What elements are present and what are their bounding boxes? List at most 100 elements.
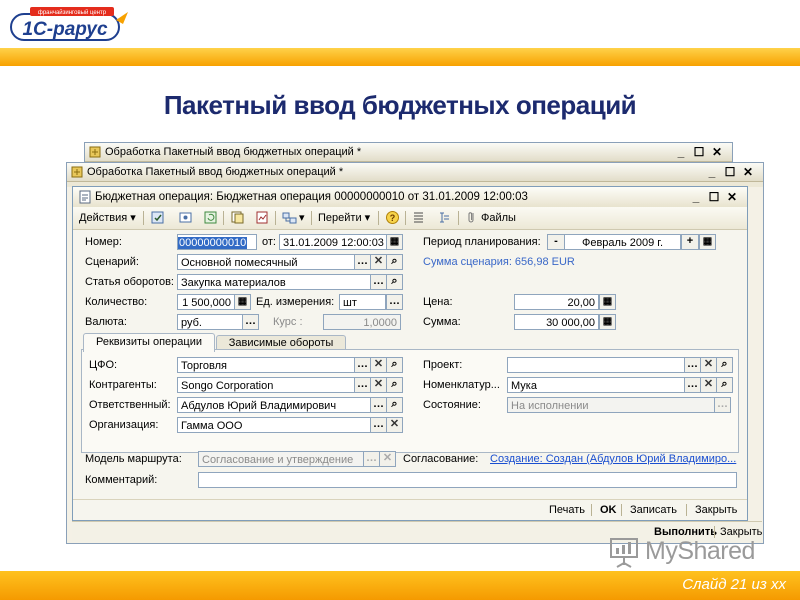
nomenclature-select-button[interactable]: … [684,377,701,393]
organization-clear-button[interactable]: ✕ [386,417,403,433]
scenario-input[interactable]: Основной помесячный [177,254,355,270]
scenario-open-button[interactable]: ⌕ [386,254,403,270]
unit-select-button[interactable]: … [386,294,403,310]
ok-button[interactable]: OK [600,503,617,517]
sum-input[interactable]: 30 000,00 [514,314,599,330]
contractors-select-button[interactable]: … [354,377,371,393]
period-input[interactable]: Февраль 2009 г. [564,234,681,250]
calculator-button[interactable]: ▦ [599,294,616,310]
window-title: Обработка Пакетный ввод бюджетных операц… [105,146,362,158]
quantity-input[interactable]: 1 500,000 [177,294,235,310]
close-button[interactable]: ✕ [723,187,741,207]
currency-label: Валюта: [85,316,127,328]
nomenclature-label: Номенклатур... [423,379,500,391]
print-button[interactable]: Печать [549,503,585,517]
comment-label: Комментарий: [85,474,158,486]
organization-select-button[interactable]: … [370,417,387,433]
article-input[interactable]: Закупка материалов [177,274,371,290]
processing-icon [89,146,101,158]
calendar-button[interactable]: ▦ [386,234,403,250]
tab-operation-details[interactable]: Реквизиты операции [83,333,215,352]
actions-menu[interactable]: Действия ▾ [79,210,136,226]
logo-text: 1С-рарус [22,19,107,40]
period-plus-button[interactable]: + [681,234,699,250]
project-input[interactable] [507,357,685,373]
files-button[interactable]: Файлы [481,210,516,226]
refresh-icon[interactable] [203,210,218,225]
top-band [0,48,800,66]
cfo-clear-button[interactable]: ✕ [370,357,387,373]
organization-input[interactable]: Гамма ООО [177,417,371,433]
watermark: MyShared [607,533,772,571]
cfo-select-button[interactable]: … [354,357,371,373]
form-title: Бюджетная операция: Бюджетная операция 0… [95,191,528,203]
close-button[interactable]: ✕ [708,143,726,161]
nomenclature-clear-button[interactable]: ✕ [700,377,717,393]
maximize-button[interactable]: ☐ [690,143,708,161]
tree-list-icon[interactable] [437,210,452,225]
responsible-input[interactable]: Абдулов Юрий Владимирович [177,397,371,413]
state-select-button[interactable]: … [714,397,731,413]
goto-menu[interactable]: Перейти ▾ [318,210,370,226]
date-input[interactable]: 31.01.2009 12:00:03 [279,234,387,250]
list-icon[interactable] [411,210,426,225]
minimize-button[interactable]: _ [672,143,690,161]
save-button[interactable]: Записать [630,503,677,517]
number-value: 00000000010 [178,237,248,249]
view-icon[interactable] [178,210,193,225]
route-model-clear-button[interactable]: ✕ [379,451,396,467]
number-input[interactable]: 00000000010 [177,234,257,250]
route-model-select-button[interactable]: … [363,451,380,467]
nomenclature-input[interactable]: Мука [507,377,685,393]
route-model-label: Модель маршрута: [85,453,182,465]
contractors-clear-button[interactable]: ✕ [370,377,387,393]
route-model-input: Согласование и утверждение [198,451,364,467]
responsible-label: Ответственный: [89,399,171,411]
attachment-icon[interactable] [464,210,479,225]
project-select-button[interactable]: … [684,357,701,373]
article-select-button[interactable]: … [370,274,387,290]
structure-icon[interactable] [282,210,297,225]
calculator-button[interactable]: ▦ [599,314,616,330]
calculator-button[interactable]: ▦ [234,294,251,310]
responsible-select-button[interactable]: … [370,397,387,413]
minimize-button[interactable]: _ [687,187,705,207]
actions-label: Действия [79,212,128,224]
slide-title: Пакетный ввод бюджетных операций [163,90,637,120]
maximize-button[interactable]: ☐ [721,163,739,181]
copy-icon[interactable] [230,210,245,225]
rate-label: Курс : [273,316,303,328]
comment-input[interactable] [198,472,737,488]
price-label: Цена: [423,296,453,308]
nomenclature-open-button[interactable]: ⌕ [716,377,733,393]
cfo-open-button[interactable]: ⌕ [386,357,403,373]
close-button[interactable]: Закрыть [695,503,737,517]
price-input[interactable]: 20,00 [514,294,599,310]
maximize-button[interactable]: ☐ [705,187,723,207]
article-open-button[interactable]: ⌕ [386,274,403,290]
project-open-button[interactable]: ⌕ [716,357,733,373]
toolbar: Действия ▾ ▾ Перейти ▾ ? Файлы [73,207,747,230]
approval-link[interactable]: Создание: Создан (Абдулов Юрий Владимиро… [490,451,736,467]
period-select-button[interactable]: ▦ [699,234,716,250]
close-button[interactable]: ✕ [739,163,757,181]
help-icon[interactable]: ? [385,210,400,225]
responsible-open-button[interactable]: ⌕ [386,397,403,413]
currency-input[interactable]: руб. [177,314,243,330]
minimize-button[interactable]: _ [703,163,721,181]
report-icon[interactable] [255,210,270,225]
number-label: Номер: [85,236,122,248]
scenario-clear-button[interactable]: ✕ [370,254,387,270]
cfo-input[interactable]: Торговля [177,357,355,373]
window-title: Обработка Пакетный ввод бюджетных операц… [87,166,344,178]
contractors-input[interactable]: Songo Corporation [177,377,355,393]
currency-select-button[interactable]: … [242,314,259,330]
scenario-select-button[interactable]: … [354,254,371,270]
project-clear-button[interactable]: ✕ [700,357,717,373]
document-icon [79,190,91,204]
unit-input[interactable]: шт [339,294,386,310]
contractors-open-button[interactable]: ⌕ [386,377,403,393]
post-icon[interactable] [150,210,165,225]
logo-subtext: франчайзинговый центр [38,9,107,16]
period-minus-button[interactable]: - [547,234,565,250]
